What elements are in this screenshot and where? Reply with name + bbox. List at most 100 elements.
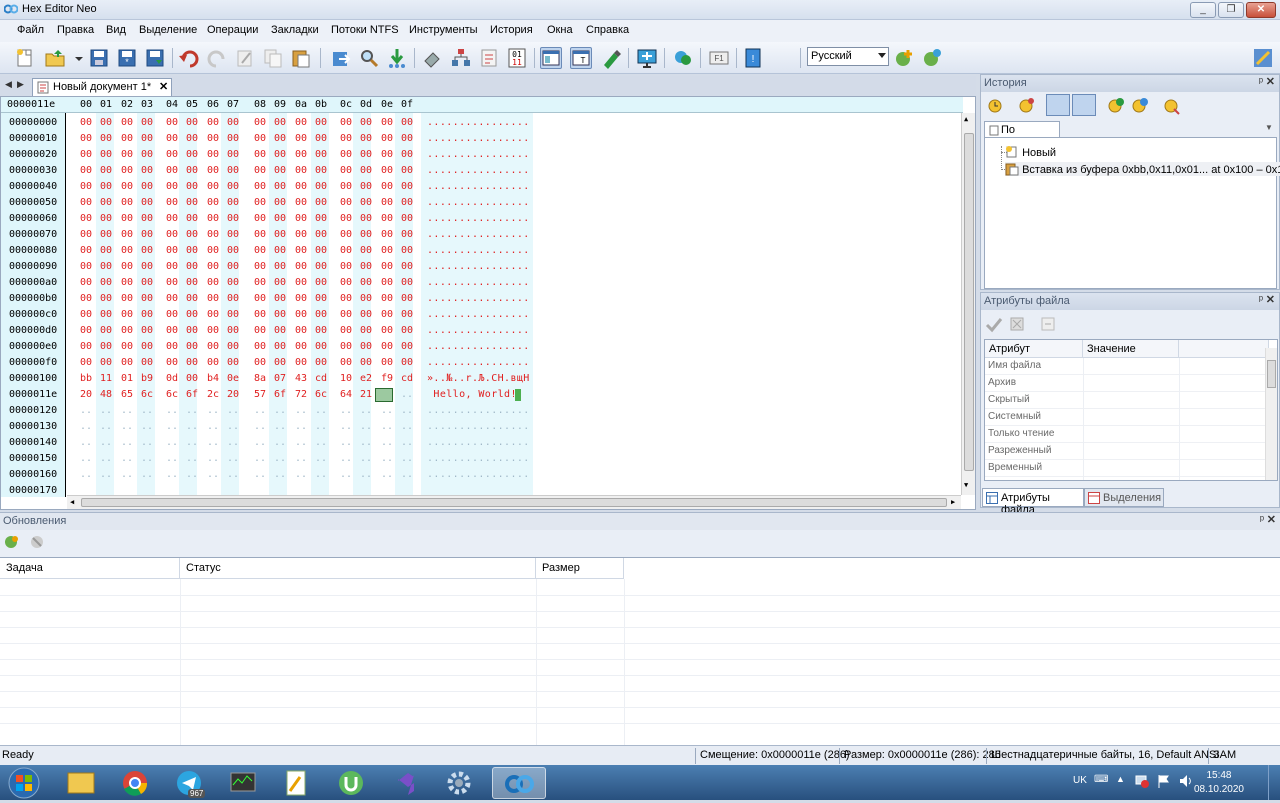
hex-byte-cell[interactable]: 00	[138, 293, 156, 304]
hex-byte-cell[interactable]: ..	[77, 405, 95, 416]
hex-byte-cell[interactable]: ..	[271, 421, 289, 432]
hex-row-ascii[interactable]: ................	[427, 133, 530, 144]
hex-byte-cell[interactable]: 00	[97, 261, 115, 272]
hex-byte-cell[interactable]: 00	[312, 293, 330, 304]
hex-byte-cell[interactable]: ..	[224, 437, 242, 448]
hex-byte-cell[interactable]: 00	[204, 277, 222, 288]
hex-byte-cell[interactable]: 00	[138, 165, 156, 176]
hex-byte-cell[interactable]: 00	[138, 325, 156, 336]
hex-byte-cell[interactable]: 6c	[138, 389, 156, 400]
hex-byte-cell[interactable]: 00	[224, 165, 242, 176]
pin-icon[interactable]: ᵖ	[1260, 514, 1264, 526]
info-book-icon[interactable]: !	[742, 47, 764, 69]
hex-byte-cell[interactable]: ..	[138, 469, 156, 480]
hex-byte-cell[interactable]: 00	[204, 165, 222, 176]
hex-byte-cell[interactable]: ..	[97, 421, 115, 432]
hex-byte-cell[interactable]: bb	[77, 373, 95, 384]
system-clock[interactable]: 15:48 08.10.2020	[1194, 769, 1244, 797]
hex-byte-cell[interactable]: ..	[398, 453, 416, 464]
hex-byte-cell[interactable]: ..	[337, 469, 355, 480]
hex-byte-cell[interactable]: 00	[77, 245, 95, 256]
hex-byte-cell[interactable]: ..	[183, 469, 201, 480]
hex-horizontal-scrollbar[interactable]: ◀ ▶	[67, 495, 961, 509]
hex-byte-cell[interactable]: 00	[163, 197, 181, 208]
hex-byte-cell[interactable]: ..	[224, 405, 242, 416]
hex-byte-cell[interactable]: ..	[292, 469, 310, 480]
hex-byte-cell[interactable]: 00	[97, 149, 115, 160]
hex-byte-cell[interactable]: ..	[163, 437, 181, 448]
hex-byte-cell[interactable]: 00	[292, 341, 310, 352]
taskbar-hexeditor-icon[interactable]	[492, 767, 546, 799]
hex-byte-cell[interactable]: 00	[337, 293, 355, 304]
hex-byte-cell[interactable]: 00	[398, 245, 416, 256]
menu-help[interactable]: Справка	[586, 24, 629, 36]
hex-byte-cell[interactable]: ..	[337, 421, 355, 432]
hex-byte-cell[interactable]: ..	[337, 453, 355, 464]
tab-scroll-left-icon[interactable]: ◀	[5, 79, 12, 90]
hex-byte-cell[interactable]: 00	[224, 309, 242, 320]
hex-byte-cell[interactable]: 00	[292, 309, 310, 320]
tab-document-1[interactable]: Новый документ 1* ✕	[32, 78, 172, 96]
hex-byte-cell[interactable]: 00	[271, 197, 289, 208]
attribute-row[interactable]: Имя файла	[985, 358, 1265, 375]
hex-byte-cell[interactable]: 00	[357, 357, 375, 368]
hex-byte-cell[interactable]: ..	[271, 453, 289, 464]
hex-byte-cell[interactable]: 00	[357, 229, 375, 240]
taskbar-settings-icon[interactable]	[432, 767, 486, 799]
hex-byte-cell[interactable]: 00	[204, 197, 222, 208]
hex-byte-cell[interactable]: 00	[357, 245, 375, 256]
hex-byte-cell[interactable]: 00	[312, 309, 330, 320]
hex-byte-cell[interactable]: 00	[398, 149, 416, 160]
hex-byte-cell[interactable]: 00	[77, 229, 95, 240]
hex-byte-cell[interactable]: 00	[163, 133, 181, 144]
hex-byte-cell[interactable]: 00	[398, 229, 416, 240]
save-all-icon[interactable]: *	[116, 47, 138, 69]
tab-file-attributes[interactable]: Атрибуты файла	[982, 488, 1084, 516]
attribute-row[interactable]: Системный	[985, 409, 1265, 426]
hex-row-ascii[interactable]: ................	[427, 293, 530, 304]
find-icon[interactable]	[358, 47, 380, 69]
hex-byte-cell[interactable]: 00	[292, 277, 310, 288]
hex-byte-cell[interactable]: ..	[337, 405, 355, 416]
hex-byte-cell[interactable]: 00	[271, 357, 289, 368]
hex-byte-cell[interactable]: 00	[312, 165, 330, 176]
hex-byte-cell[interactable]: 00	[378, 117, 396, 128]
hex-byte-cell[interactable]: 00	[312, 245, 330, 256]
hex-byte-cell[interactable]: ..	[357, 437, 375, 448]
hex-byte-cell[interactable]: 00	[77, 213, 95, 224]
hex-row-ascii[interactable]: ................	[427, 421, 530, 432]
hex-byte-cell[interactable]: 00	[398, 325, 416, 336]
hex-byte-cell[interactable]: 00	[312, 133, 330, 144]
hex-byte-cell[interactable]: 00	[183, 181, 201, 192]
hex-byte-cell[interactable]: 00	[251, 293, 269, 304]
hex-byte-cell[interactable]: ..	[357, 405, 375, 416]
column-header-size[interactable]: Размер	[536, 558, 624, 579]
hex-byte-cell[interactable]: 00	[398, 293, 416, 304]
hex-byte-cell[interactable]: ..	[312, 453, 330, 464]
hex-byte-cell[interactable]: 00	[97, 133, 115, 144]
hex-byte-cell[interactable]: 00	[378, 309, 396, 320]
hex-byte-cell[interactable]: 00	[337, 181, 355, 192]
hex-byte-cell[interactable]: 00	[97, 277, 115, 288]
history-undo-icon[interactable]	[986, 95, 1006, 118]
hex-byte-cell[interactable]: 00	[251, 197, 269, 208]
add-language-icon[interactable]	[893, 47, 915, 69]
hex-byte-cell[interactable]: 00	[97, 229, 115, 240]
hex-byte-cell[interactable]: 00	[337, 325, 355, 336]
hex-byte-cell[interactable]: ..	[378, 405, 396, 416]
hex-byte-cell[interactable]: 11	[97, 373, 115, 384]
history-view-tree-icon[interactable]	[1072, 94, 1096, 116]
hex-byte-cell[interactable]: 00	[337, 341, 355, 352]
hex-byte-cell[interactable]: ..	[251, 453, 269, 464]
hex-row-ascii[interactable]: ................	[427, 437, 530, 448]
pin-icon[interactable]: ᵖ	[1259, 294, 1263, 306]
hex-byte-cell[interactable]: ..	[183, 437, 201, 448]
hex-byte-cell[interactable]: 00	[163, 213, 181, 224]
scroll-down-icon[interactable]: ▼	[964, 481, 973, 490]
hex-byte-cell[interactable]: ..	[97, 405, 115, 416]
hex-byte-cell[interactable]: 00	[251, 181, 269, 192]
hex-byte-cell[interactable]: 00	[97, 117, 115, 128]
hex-byte-cell[interactable]: 00	[337, 165, 355, 176]
hex-byte-cell[interactable]: 6f	[271, 389, 289, 400]
hex-byte-cell[interactable]: 00	[357, 213, 375, 224]
